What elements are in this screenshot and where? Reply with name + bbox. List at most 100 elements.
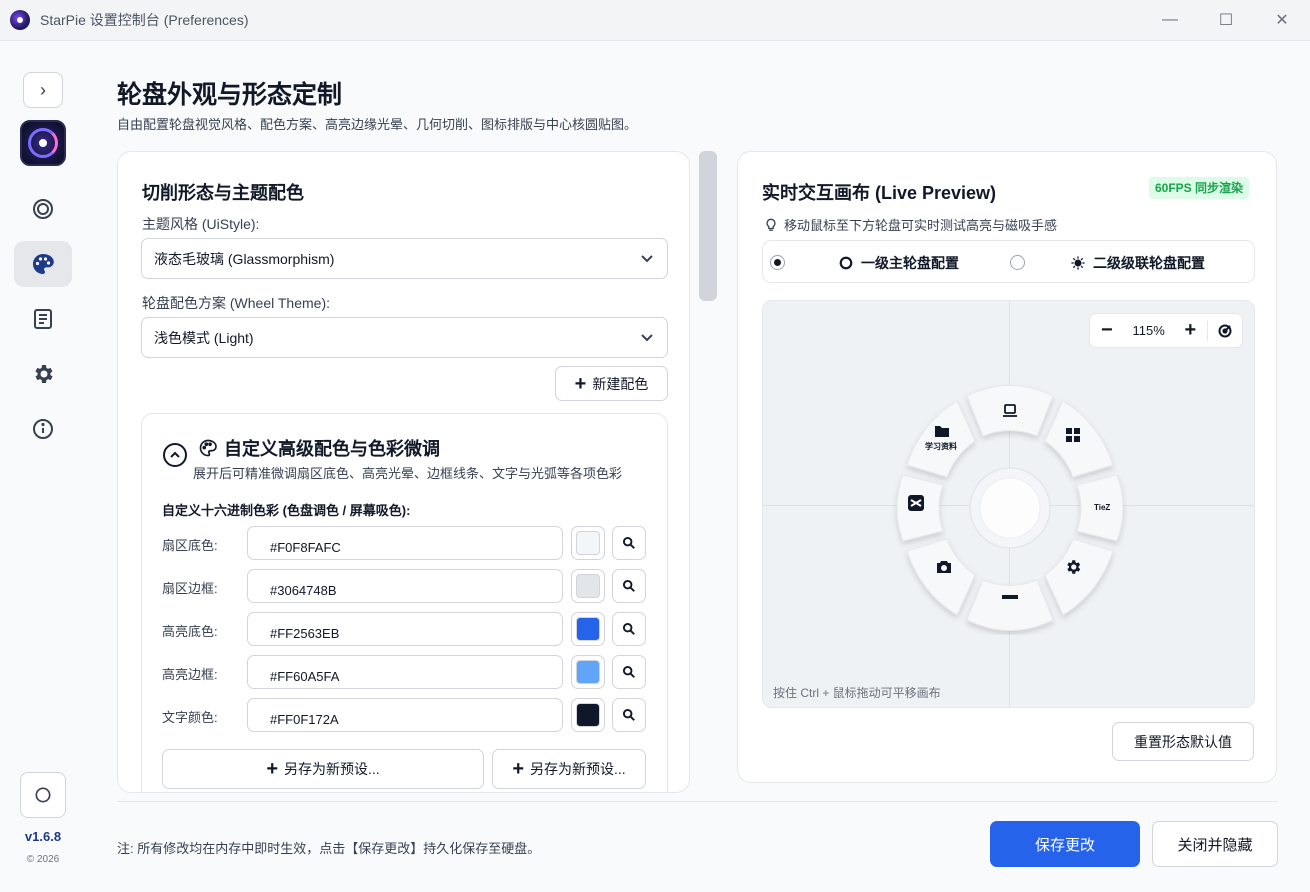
color-swatch-button[interactable] bbox=[571, 526, 605, 560]
preview-hint-text: 移动鼠标至下方轮盘可实时测试高亮与磁吸手感 bbox=[784, 218, 1058, 233]
new-theme-label: 新建配色 bbox=[592, 375, 649, 392]
eyedropper-button[interactable] bbox=[612, 698, 646, 732]
fps-badge: 60FPS 同步渲染 bbox=[1149, 177, 1250, 199]
info-icon bbox=[33, 419, 53, 439]
live-preview-panel: 实时交互画布 (Live Preview) 60FPS 同步渲染 移动鼠标至下方… bbox=[737, 151, 1277, 783]
theme-toggle-button[interactable] bbox=[20, 772, 66, 818]
collapse-toggle-button[interactable] bbox=[163, 443, 187, 467]
color-swatch-button[interactable] bbox=[571, 612, 605, 646]
camera-icon bbox=[935, 558, 953, 576]
zoom-out-button[interactable]: − bbox=[1090, 313, 1124, 348]
color-swatch-button[interactable] bbox=[571, 698, 605, 732]
color-row-highlight-border: 高亮边框: #FF60A5FA bbox=[162, 655, 648, 689]
window-controls: — ☐ ✕ bbox=[1142, 0, 1310, 40]
minimize-icon bbox=[1001, 588, 1019, 606]
hex-input[interactable]: #F0F8FAFC bbox=[247, 526, 563, 560]
eyedropper-button[interactable] bbox=[612, 655, 646, 689]
radio-secondary-label[interactable]: 二级级联轮盘配置 bbox=[1071, 253, 1205, 273]
palette-icon bbox=[33, 254, 54, 274]
radio-primary[interactable] bbox=[770, 255, 785, 270]
wheel-sector-bottom-left bbox=[906, 538, 976, 616]
recenter-button[interactable] bbox=[1208, 313, 1242, 348]
magnifier-icon bbox=[622, 708, 635, 721]
radio-secondary[interactable] bbox=[1010, 255, 1025, 270]
shape-theme-panel: 切削形态与主题配色 主题风格 (UiStyle): 液态毛玻璃 (Glassmo… bbox=[117, 151, 690, 793]
advanced-color-card: 自定义高级配色与色彩微调 展开后可精准微调扇区底色、高亮光晕、边框线条、文字与光… bbox=[141, 413, 668, 792]
wheel-label-tiez: TieZ bbox=[1094, 503, 1111, 512]
advanced-title: 自定义高级配色与色彩微调 bbox=[198, 435, 440, 461]
color-row-sector-border: 扇区边框: #3064748B bbox=[162, 569, 648, 603]
minimize-button[interactable]: — bbox=[1142, 0, 1198, 40]
save-preset-label: 另存为新预设... bbox=[284, 761, 380, 777]
hex-input[interactable]: #FF60A5FA bbox=[247, 655, 563, 689]
target-icon bbox=[33, 199, 53, 219]
preview-hint: 移动鼠标至下方轮盘可实时测试高亮与磁吸手感 bbox=[764, 215, 1057, 234]
color-row-text: 文字颜色: #FF0F172A bbox=[162, 698, 648, 732]
recenter-icon bbox=[1218, 324, 1232, 337]
close-window-button[interactable]: ✕ bbox=[1254, 0, 1310, 40]
folder-icon bbox=[934, 424, 950, 438]
wheel-level-selector: 一级主轮盘配置 二级级联轮盘配置 bbox=[762, 240, 1255, 283]
sidebar-toggle-button[interactable]: › bbox=[23, 72, 63, 108]
color-label: 文字颜色: bbox=[162, 710, 218, 725]
page-title: 轮盘外观与形态定制 bbox=[117, 81, 343, 109]
color-label: 扇区边框: bbox=[162, 581, 218, 596]
plus-icon: + bbox=[574, 372, 587, 395]
scroll-thumb[interactable] bbox=[699, 151, 717, 301]
save-preset-label: 另存为新预设... bbox=[530, 761, 626, 777]
sidebar-item-logs[interactable] bbox=[14, 296, 72, 342]
color-swatch-button[interactable] bbox=[571, 569, 605, 603]
grid-icon bbox=[1064, 426, 1082, 444]
color-label: 高亮底色: bbox=[162, 624, 218, 639]
maximize-button[interactable]: ☐ bbox=[1198, 0, 1254, 40]
save-button[interactable]: 保存更改 bbox=[990, 821, 1140, 867]
color-label: 高亮边框: bbox=[162, 667, 218, 682]
left-panel-scrollbar[interactable] bbox=[699, 151, 719, 793]
color-row-highlight-fill: 高亮底色: #FF2563EB bbox=[162, 612, 648, 646]
main-area: › v1.6.8 © 2026 轮盘外观与形态定制 自由配置轮盘视觉风格、配色方… bbox=[0, 40, 1310, 892]
color-swatch bbox=[576, 617, 600, 641]
color-swatch-button[interactable] bbox=[571, 655, 605, 689]
eyedropper-button[interactable] bbox=[612, 612, 646, 646]
radio-primary-label[interactable]: 一级主轮盘配置 bbox=[839, 253, 959, 273]
reset-defaults-button[interactable]: 重置形态默认值 bbox=[1112, 722, 1254, 761]
advanced-title-text: 自定义高级配色与色彩微调 bbox=[224, 439, 440, 459]
wheel-label-folder: 学习资料 bbox=[925, 442, 957, 451]
theme-select[interactable]: 浅色模式 (Light) bbox=[141, 317, 668, 358]
magnifier-icon bbox=[622, 622, 635, 635]
plus-icon: + bbox=[266, 758, 278, 780]
new-theme-button[interactable]: + 新建配色 bbox=[555, 366, 668, 401]
save-preset-button[interactable]: + 另存为新预设... bbox=[162, 749, 484, 789]
zoom-in-button[interactable]: + bbox=[1173, 313, 1207, 348]
sidebar-item-settings[interactable] bbox=[14, 351, 72, 397]
window-title: StarPie 设置控制台 (Preferences) bbox=[40, 12, 249, 28]
pie-wheel[interactable]: TieZ 学习资料 bbox=[887, 381, 1133, 635]
hex-input[interactable]: #FF0F172A bbox=[247, 698, 563, 732]
style-select[interactable]: 液态毛玻璃 (Glassmorphism) bbox=[141, 238, 668, 279]
sidebar-item-about[interactable] bbox=[14, 406, 72, 452]
footer-divider bbox=[117, 801, 1277, 802]
sidebar-item-wheel[interactable] bbox=[14, 186, 72, 232]
gear-icon bbox=[1064, 558, 1082, 576]
preview-canvas[interactable]: − 115% + TieZ 学习资料 按住 Ctrl + 鼠标拖动可平移画布 bbox=[762, 300, 1255, 708]
plus-icon: + bbox=[512, 758, 524, 780]
version-label: v1.6.8 bbox=[24, 829, 62, 844]
color-row-sector-fill: 扇区底色: #F0F8FAFC bbox=[162, 526, 648, 560]
sidebar: › v1.6.8 © 2026 bbox=[0, 41, 84, 892]
page-subtitle: 自由配置轮盘视觉风格、配色方案、高亮边缘光晕、几何切削、图标排版与中心核圆贴图。 bbox=[117, 117, 638, 132]
hex-input[interactable]: #3064748B bbox=[247, 569, 563, 603]
palette-icon bbox=[199, 439, 217, 457]
color-swatch bbox=[576, 531, 600, 555]
close-hide-button[interactable]: 关闭并隐藏 bbox=[1152, 821, 1278, 867]
magnifier-icon bbox=[622, 665, 635, 678]
advanced-description: 展开后可精准微调扇区底色、高亮光晕、边框线条、文字与光弧等各项色彩 bbox=[193, 466, 623, 481]
hex-input[interactable]: #FF2563EB bbox=[247, 612, 563, 646]
theme-label: 轮盘配色方案 (Wheel Theme): bbox=[142, 295, 330, 311]
eyedropper-button[interactable] bbox=[612, 526, 646, 560]
save-preset-button-2[interactable]: + 另存为新预设... bbox=[492, 749, 646, 789]
sidebar-item-appearance[interactable] bbox=[14, 241, 72, 287]
color-swatch bbox=[576, 574, 600, 598]
color-swatch bbox=[576, 703, 600, 727]
chevron-up-icon bbox=[170, 451, 180, 458]
eyedropper-button[interactable] bbox=[612, 569, 646, 603]
